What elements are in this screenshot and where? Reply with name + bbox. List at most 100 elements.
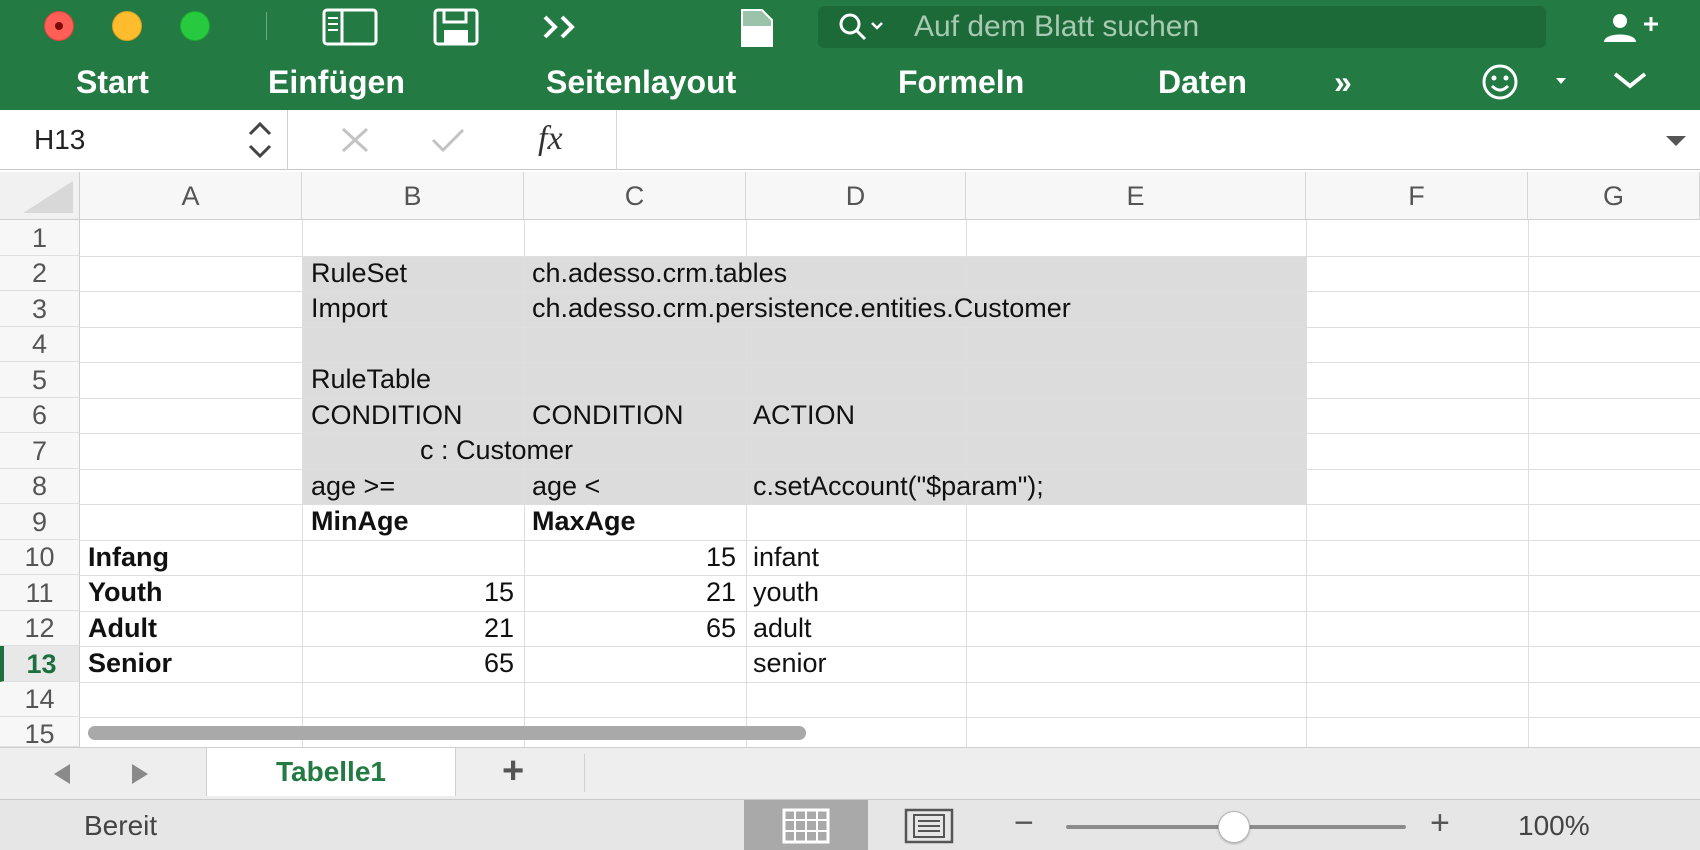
more-toolbar-icon[interactable] bbox=[542, 14, 582, 40]
column-header-e[interactable]: E bbox=[966, 172, 1306, 220]
cell-c11[interactable]: 21 bbox=[524, 575, 736, 610]
feedback-smiley-icon[interactable] bbox=[1482, 64, 1572, 100]
cell-a11[interactable]: Youth bbox=[88, 575, 162, 610]
tab-einfuegen[interactable]: Einfügen bbox=[268, 64, 405, 101]
title-bar bbox=[0, 0, 1700, 54]
cell-b11[interactable]: 15 bbox=[302, 575, 514, 610]
row-header[interactable]: 9 bbox=[0, 504, 80, 540]
confirm-edit-icon[interactable] bbox=[430, 126, 466, 154]
toolbar-divider bbox=[266, 12, 267, 40]
cell-a10[interactable]: Infang bbox=[88, 540, 169, 575]
formula-bar: H13 fx bbox=[0, 110, 1700, 170]
status-bar: Bereit − + 100% bbox=[0, 799, 1700, 850]
cell-c9[interactable]: MaxAge bbox=[532, 504, 636, 539]
page-layout-view-icon[interactable] bbox=[904, 808, 954, 844]
cell-d12[interactable]: adult bbox=[753, 611, 812, 646]
cell-b8[interactable]: age >= bbox=[311, 469, 395, 504]
document-icon[interactable] bbox=[736, 8, 776, 48]
row-line bbox=[80, 433, 1700, 434]
name-box[interactable]: H13 bbox=[0, 110, 288, 170]
minimize-window-button[interactable] bbox=[112, 11, 142, 41]
cell-d6[interactable]: ACTION bbox=[753, 398, 855, 433]
cell-b9[interactable]: MinAge bbox=[311, 504, 409, 539]
column-header-g[interactable]: G bbox=[1528, 172, 1700, 220]
tab-more[interactable]: » bbox=[1334, 64, 1352, 101]
cell-b3[interactable]: Import bbox=[311, 291, 388, 326]
cell-c2[interactable]: ch.adesso.crm.tables bbox=[532, 256, 787, 291]
tab-daten[interactable]: Daten bbox=[1158, 64, 1247, 101]
tab-start[interactable]: Start bbox=[76, 64, 149, 101]
zoom-level[interactable]: 100% bbox=[1518, 810, 1590, 842]
insert-function-icon[interactable]: fx bbox=[538, 120, 563, 158]
cell-c8[interactable]: age < bbox=[532, 469, 600, 504]
cell-c10[interactable]: 15 bbox=[524, 540, 736, 575]
worksheet-grid[interactable]: A B C D E F G 1 2 3 4 5 6 7 8 9 10 11 12… bbox=[0, 172, 1700, 747]
row-header[interactable]: 4 bbox=[0, 327, 80, 362]
previous-sheet-icon[interactable] bbox=[50, 762, 74, 786]
cell-b13[interactable]: 65 bbox=[302, 646, 514, 681]
row-header[interactable]: 7 bbox=[0, 433, 80, 469]
cell-b12[interactable]: 21 bbox=[302, 611, 514, 646]
cell-b6[interactable]: CONDITION bbox=[311, 398, 463, 433]
column-header-f[interactable]: F bbox=[1306, 172, 1528, 220]
row-header[interactable]: 2 bbox=[0, 256, 80, 291]
name-box-stepper-icon[interactable] bbox=[246, 118, 274, 162]
expand-formula-bar-icon[interactable] bbox=[1664, 134, 1688, 148]
next-sheet-icon[interactable] bbox=[128, 762, 152, 786]
status-text: Bereit bbox=[84, 810, 158, 841]
column-header-a[interactable]: A bbox=[80, 172, 302, 220]
sheet-search[interactable] bbox=[818, 6, 1546, 48]
column-line bbox=[1528, 220, 1529, 747]
row-header[interactable]: 14 bbox=[0, 682, 80, 717]
cell-c3[interactable]: ch.adesso.crm.persistence.entities.Custo… bbox=[532, 291, 1071, 326]
close-window-button[interactable] bbox=[44, 11, 74, 41]
formula-input[interactable] bbox=[616, 110, 1656, 170]
zoom-out-button[interactable]: − bbox=[1014, 804, 1034, 843]
column-header-d[interactable]: D bbox=[746, 172, 966, 220]
row-line bbox=[80, 327, 1700, 328]
select-all-corner[interactable] bbox=[0, 172, 80, 220]
sidebar-toggle-icon[interactable] bbox=[322, 8, 378, 46]
sheet-tab-bar: Tabelle1 + bbox=[0, 747, 1700, 799]
column-line bbox=[524, 220, 525, 747]
zoom-window-button[interactable] bbox=[180, 11, 210, 41]
horizontal-scrollbar[interactable] bbox=[88, 726, 806, 740]
row-header[interactable]: 8 bbox=[0, 469, 80, 504]
tab-formeln[interactable]: Formeln bbox=[898, 64, 1024, 101]
cell-c6[interactable]: CONDITION bbox=[532, 398, 684, 433]
ribbon-tabs: Start Einfügen Seitenlayout Formeln Date… bbox=[0, 54, 1700, 110]
row-header-active[interactable]: 13 bbox=[0, 646, 80, 682]
row-header[interactable]: 5 bbox=[0, 362, 80, 398]
normal-view-button[interactable] bbox=[744, 800, 868, 850]
cell-d13[interactable]: senior bbox=[753, 646, 827, 681]
add-sheet-button[interactable]: + bbox=[502, 750, 524, 793]
row-header[interactable]: 12 bbox=[0, 611, 80, 646]
row-line bbox=[80, 540, 1700, 541]
cell-d10[interactable]: infant bbox=[753, 540, 819, 575]
sheet-tab-tabelle1[interactable]: Tabelle1 bbox=[206, 748, 456, 796]
cell-d11[interactable]: youth bbox=[753, 575, 819, 610]
row-header[interactable]: 10 bbox=[0, 540, 80, 575]
cell-b2[interactable]: RuleSet bbox=[311, 256, 407, 291]
save-icon[interactable] bbox=[432, 8, 480, 46]
column-header-b[interactable]: B bbox=[302, 172, 524, 220]
column-header-c[interactable]: C bbox=[524, 172, 746, 220]
tab-seitenlayout[interactable]: Seitenlayout bbox=[546, 64, 736, 101]
search-input[interactable] bbox=[914, 10, 1514, 44]
zoom-slider-thumb[interactable] bbox=[1218, 811, 1250, 843]
cancel-edit-icon[interactable] bbox=[340, 126, 370, 154]
row-header[interactable]: 11 bbox=[0, 575, 80, 611]
cell-c12[interactable]: 65 bbox=[524, 611, 736, 646]
cell-b7[interactable]: c : Customer bbox=[420, 433, 573, 468]
cell-a12[interactable]: Adult bbox=[88, 611, 157, 646]
cell-d8[interactable]: c.setAccount("$param"); bbox=[753, 469, 1044, 504]
row-header[interactable]: 6 bbox=[0, 398, 80, 433]
cell-b5[interactable]: RuleTable bbox=[311, 362, 431, 397]
zoom-in-button[interactable]: + bbox=[1430, 804, 1450, 843]
row-header[interactable]: 15 bbox=[0, 717, 80, 747]
cell-a13[interactable]: Senior bbox=[88, 646, 172, 681]
collapse-ribbon-icon[interactable] bbox=[1612, 70, 1648, 90]
share-user-icon[interactable] bbox=[1600, 12, 1660, 44]
row-header[interactable]: 3 bbox=[0, 291, 80, 327]
row-header[interactable]: 1 bbox=[0, 220, 80, 256]
